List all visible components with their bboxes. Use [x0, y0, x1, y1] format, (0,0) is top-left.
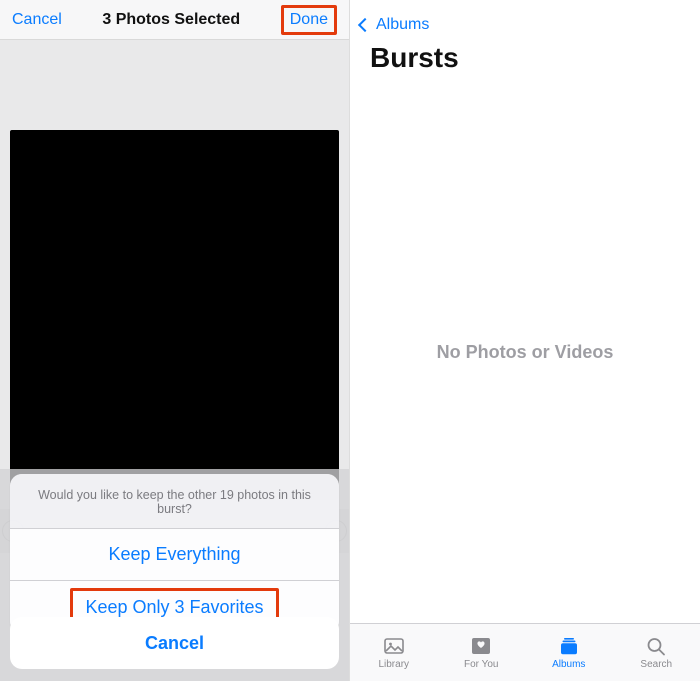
tab-label: Albums	[552, 659, 585, 670]
sheet-cancel-button[interactable]: Cancel	[10, 617, 339, 669]
done-button-wrap[interactable]: Done	[281, 5, 337, 35]
page-title: Bursts	[360, 40, 686, 82]
search-icon	[644, 635, 668, 657]
tab-library[interactable]: Library	[350, 624, 438, 681]
phone-left: Cancel 3 Photos Selected Done Would you …	[0, 0, 350, 681]
selection-nav-bar: Cancel 3 Photos Selected Done	[0, 0, 349, 40]
burst-photo[interactable]	[10, 130, 339, 500]
tab-foryou[interactable]: For You	[438, 624, 526, 681]
library-icon	[382, 635, 406, 657]
tab-label: For You	[464, 659, 498, 670]
back-label: Albums	[376, 16, 429, 34]
bursts-header: Albums Bursts	[350, 0, 700, 82]
tab-bar: Library For You Albums Search	[350, 623, 700, 681]
keep-everything-button[interactable]: Keep Everything	[10, 529, 339, 581]
action-sheet: Would you like to keep the other 19 phot…	[10, 474, 339, 633]
back-button[interactable]: Albums	[360, 10, 686, 40]
album-body: No Photos or Videos	[350, 82, 700, 623]
tab-label: Search	[640, 659, 672, 670]
albums-icon	[557, 635, 581, 657]
tab-search[interactable]: Search	[613, 624, 700, 681]
foryou-icon	[469, 635, 493, 657]
sheet-message: Would you like to keep the other 19 phot…	[10, 474, 339, 529]
cancel-button[interactable]: Cancel	[12, 11, 62, 29]
empty-state-text: No Photos or Videos	[437, 342, 614, 363]
tab-albums[interactable]: Albums	[525, 624, 613, 681]
done-button[interactable]: Done	[281, 5, 337, 35]
tab-label: Library	[378, 659, 409, 670]
nav-title: 3 Photos Selected	[102, 11, 240, 29]
action-sheet-cancel-group: Cancel	[10, 617, 339, 669]
phone-right: Albums Bursts No Photos or Videos Librar…	[350, 0, 700, 681]
chevron-left-icon	[358, 18, 372, 32]
